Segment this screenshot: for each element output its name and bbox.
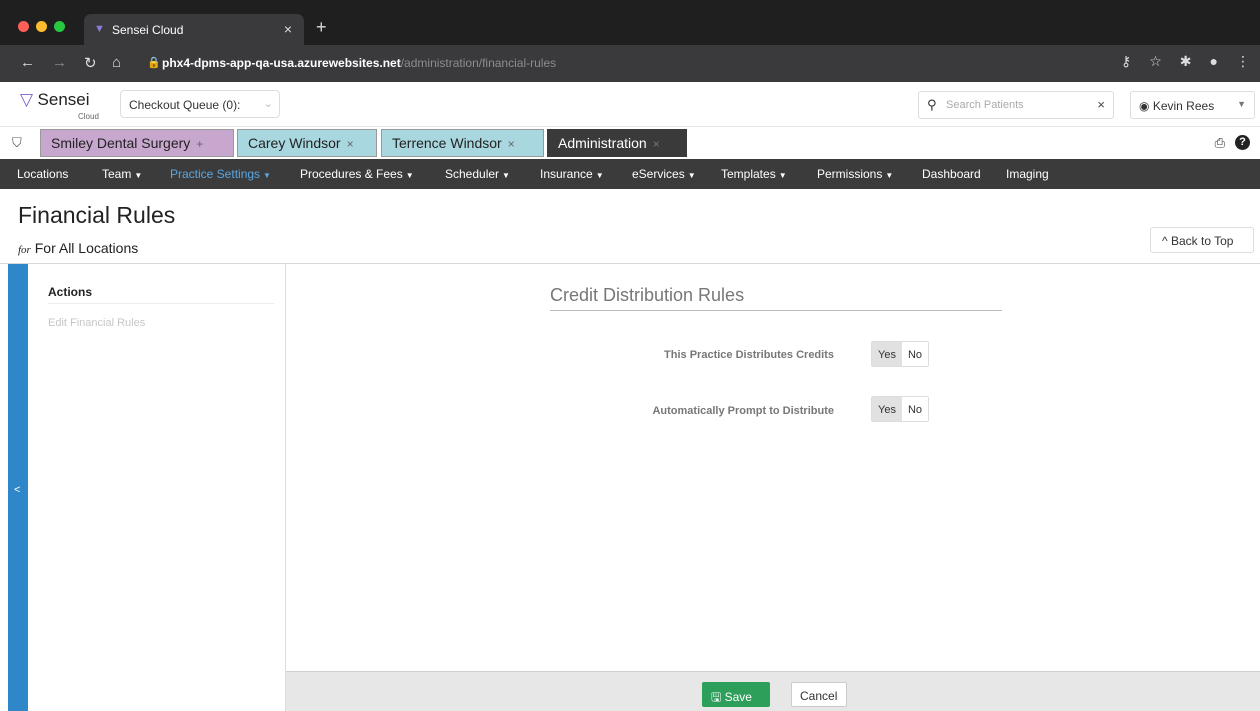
cancel-button[interactable]: Cancel xyxy=(791,682,847,707)
browser-tab-title: Sensei Cloud xyxy=(112,23,184,37)
divider xyxy=(48,303,274,304)
caret-down-icon: ▼ xyxy=(1237,99,1246,109)
browser-tab-bar: ▼ Sensei Cloud × + xyxy=(0,0,1260,45)
clear-search-icon[interactable]: × xyxy=(1097,97,1105,112)
browser-tab[interactable]: ▼ Sensei Cloud × xyxy=(84,14,304,45)
checkout-queue-select[interactable]: Checkout Queue (0): ⌄ xyxy=(120,90,280,118)
profile-icon[interactable]: ● xyxy=(1210,53,1218,70)
distributes-credits-yes[interactable]: Yes xyxy=(872,342,902,366)
search-placeholder: Search Patients xyxy=(946,99,1024,111)
distributes-credits-toggle: Yes No xyxy=(871,341,930,367)
user-name: Kevin Rees xyxy=(1152,99,1215,113)
tab-label: Carey Windsor xyxy=(248,135,341,151)
app-header: ▽ Sensei Cloud Checkout Queue (0): ⌄ ⚲ S… xyxy=(0,82,1260,127)
back-arrow-icon[interactable]: ← xyxy=(20,54,35,71)
save-icon: 🖫 xyxy=(711,690,722,704)
auto-prompt-yes[interactable]: Yes xyxy=(872,397,902,421)
search-patients-input[interactable]: ⚲ Search Patients × xyxy=(918,91,1114,119)
tab-carey-windsor[interactable]: Carey Windsor × xyxy=(237,129,377,157)
address-bar[interactable]: 🔒 phx4-dpms-app-qa-usa.azurewebsites.net… xyxy=(140,52,1240,75)
lock-icon: 🔒 xyxy=(147,57,161,69)
edit-financial-rules-link[interactable]: Edit Financial Rules xyxy=(48,317,145,329)
chevron-up-icon: ^ xyxy=(1162,234,1168,248)
key-icon[interactable]: ⚷ xyxy=(1121,53,1131,70)
maximize-window-button[interactable] xyxy=(54,21,65,32)
distributes-credits-no[interactable]: No xyxy=(902,342,928,366)
chevron-left-icon: < xyxy=(14,484,21,496)
actions-heading: Actions xyxy=(48,285,93,299)
menu-templates[interactable]: Templates ▼ xyxy=(721,167,787,181)
menu-insurance[interactable]: Insurance ▼ xyxy=(540,167,604,181)
star-icon[interactable]: ☆ xyxy=(1149,53,1162,70)
logo-name: Sensei xyxy=(37,90,90,109)
page-title: Financial Rules xyxy=(18,202,176,228)
menu-eservices[interactable]: eServices ▼ xyxy=(632,167,696,181)
menu-practice-settings[interactable]: Practice Settings ▼ xyxy=(170,167,271,181)
main-menu-bar: Locations Team ▼ Practice Settings ▼ Proce… xyxy=(0,159,1260,189)
menu-dashboard[interactable]: Dashboard xyxy=(922,167,981,181)
url-text: phx4-dpms-app-qa-usa.azurewebsites.net/a… xyxy=(162,56,557,70)
more-menu-icon[interactable]: ⋮ xyxy=(1236,53,1250,70)
back-to-top-button[interactable]: ^ Back to Top xyxy=(1150,227,1254,253)
browser-actions: ⚷ ☆ ✱ ● ⋮ xyxy=(1121,53,1250,70)
menu-permissions[interactable]: Permissions ▼ xyxy=(817,167,893,181)
distributes-credits-label: This Practice Distributes Credits xyxy=(664,349,834,361)
sensei-logo-icon: ▽ xyxy=(20,90,34,109)
save-button[interactable]: 🖫 Save xyxy=(702,682,770,707)
auto-prompt-no[interactable]: No xyxy=(902,397,928,421)
tab-bar-actions: ⎙ ? xyxy=(1215,135,1250,151)
tab-add-icon[interactable]: + xyxy=(196,137,203,151)
chevron-down-icon: ⌄ xyxy=(263,98,273,110)
tab-close-icon[interactable]: × xyxy=(653,137,660,151)
tab-terrence-windsor[interactable]: Terrence Windsor × xyxy=(381,129,544,157)
shield-icon[interactable]: ⛉ xyxy=(12,135,22,151)
help-icon[interactable]: ? xyxy=(1235,135,1250,150)
home-icon[interactable]: ⌂ xyxy=(112,54,121,71)
auto-prompt-label: Automatically Prompt to Distribute xyxy=(652,405,834,417)
menu-locations[interactable]: Locations xyxy=(17,167,68,181)
actions-panel: Actions Edit Financial Rules xyxy=(28,264,286,711)
tab-label: Smiley Dental Surgery xyxy=(51,135,191,151)
reload-icon[interactable]: ↻ xyxy=(84,54,97,72)
menu-procedures-fees[interactable]: Procedures & Fees ▼ xyxy=(300,167,414,181)
section-divider xyxy=(550,310,1002,311)
window-controls xyxy=(18,21,65,32)
form-footer: 🖫 Save Cancel xyxy=(286,671,1260,711)
section-title: Credit Distribution Rules xyxy=(550,285,745,305)
user-menu[interactable]: ◉ Kevin Rees ▼ xyxy=(1130,91,1255,119)
close-window-button[interactable] xyxy=(18,21,29,32)
sensei-favicon-icon: ▼ xyxy=(94,23,105,35)
search-icon: ⚲ xyxy=(927,97,937,112)
print-icon[interactable]: ⎙ xyxy=(1215,135,1225,151)
tab-close-icon[interactable]: × xyxy=(347,137,354,151)
tab-smiley-dental-surgery[interactable]: Smiley Dental Surgery + xyxy=(40,129,234,157)
tab-administration[interactable]: Administration × xyxy=(547,129,687,157)
logo-sub: Cloud xyxy=(78,112,99,121)
open-tabs-bar: ⛉ Smiley Dental Surgery + Carey Windsor × … xyxy=(0,127,1260,158)
page-subtitle: for For All Locations xyxy=(18,240,139,256)
browser-toolbar: ← → ↻ ⌂ 🔒 phx4-dpms-app-qa-usa.azurewebs… xyxy=(0,45,1260,82)
tab-label: Administration xyxy=(558,135,647,151)
menu-team[interactable]: Team ▼ xyxy=(102,167,142,181)
menu-imaging[interactable]: Imaging xyxy=(1006,167,1049,181)
tab-label: Terrence Windsor xyxy=(392,135,502,151)
menu-scheduler[interactable]: Scheduler ▼ xyxy=(445,167,510,181)
minimize-window-button[interactable] xyxy=(36,21,47,32)
user-icon: ◉ xyxy=(1139,99,1150,113)
extensions-icon[interactable]: ✱ xyxy=(1180,53,1192,70)
new-tab-icon[interactable]: + xyxy=(316,17,327,38)
sensei-logo[interactable]: ▽ Sensei Cloud xyxy=(20,90,99,121)
tab-close-icon[interactable]: × xyxy=(508,137,515,151)
sidebar-collapse-bar[interactable]: < xyxy=(8,264,28,711)
auto-prompt-toggle: Yes No xyxy=(871,396,930,422)
forward-arrow-icon[interactable]: → xyxy=(52,54,67,71)
close-tab-icon[interactable]: × xyxy=(284,21,292,37)
checkout-queue-label: Checkout Queue (0): xyxy=(129,98,241,112)
